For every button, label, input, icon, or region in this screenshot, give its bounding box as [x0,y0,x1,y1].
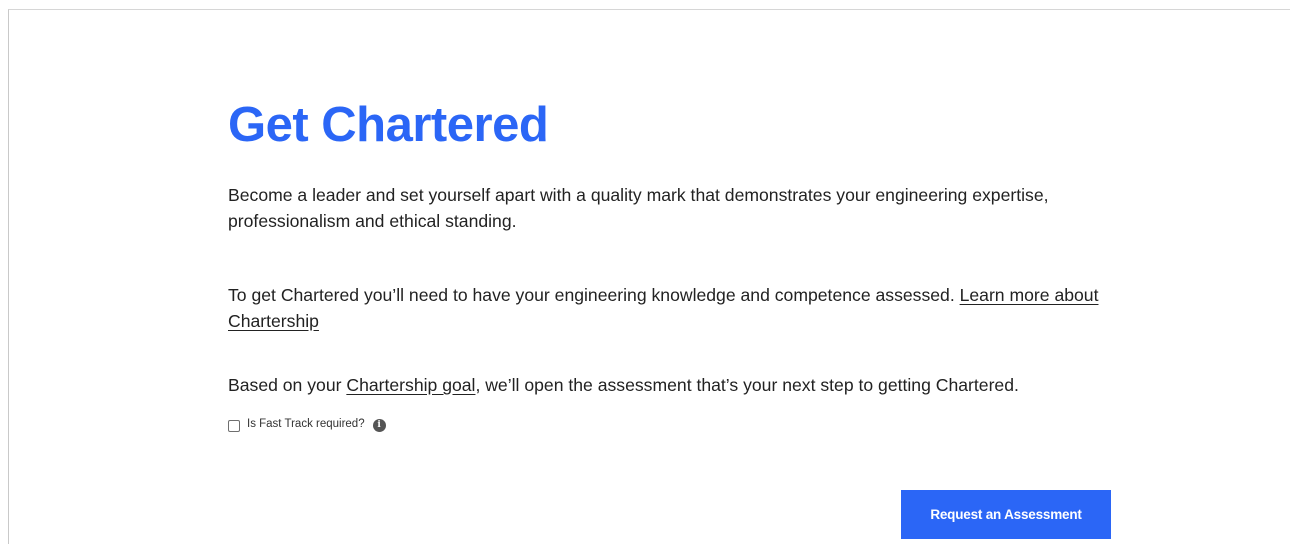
goal-text-after: , we’ll open the assessment that’s your … [475,375,1019,395]
goal-text-before: Based on your [228,375,347,395]
fast-track-label[interactable]: Is Fast Track required? [247,418,365,430]
page-frame: Get Chartered Become a leader and set yo… [8,9,1290,544]
page-title: Get Chartered [228,98,549,152]
intro-paragraph: Become a leader and set yourself apart w… [228,185,1049,231]
assessment-paragraph: To get Chartered you’ll need to have you… [228,282,1148,334]
goal-paragraph: Based on your Chartership goal, we’ll op… [228,372,1168,398]
request-assessment-button[interactable]: Request an Assessment [901,490,1111,539]
chartership-goal-link[interactable]: Chartership goal [346,375,475,395]
fast-track-option: Is Fast Track required? i [228,415,386,433]
assessment-text: To get Chartered you’ll need to have you… [228,285,960,305]
fast-track-checkbox[interactable] [228,419,240,432]
info-icon[interactable]: i [372,418,386,432]
